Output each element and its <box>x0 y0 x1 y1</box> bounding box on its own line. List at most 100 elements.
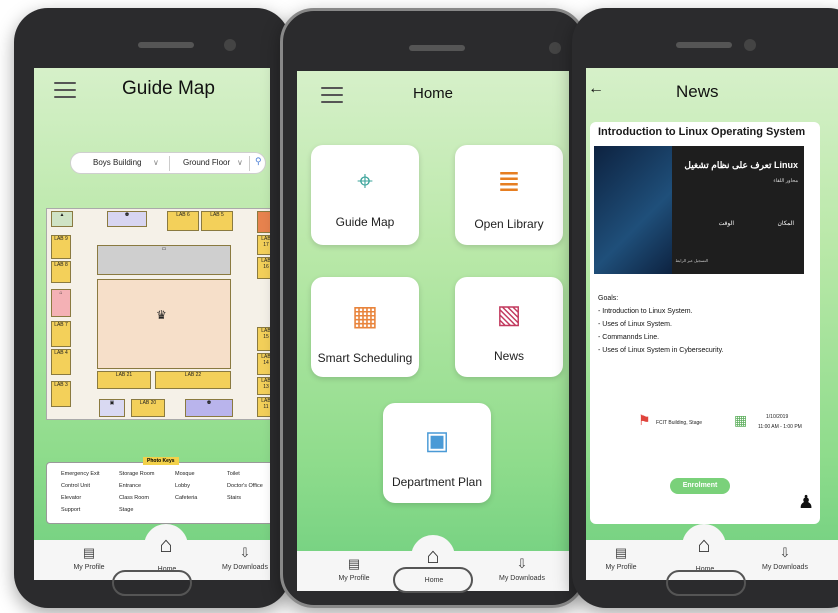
key-control-unit: Control Unit <box>61 483 91 489</box>
nav-my-profile[interactable]: ▤ My Profile <box>586 545 656 572</box>
filter-divider <box>169 156 170 171</box>
tile-news[interactable]: ▧ News <box>455 277 563 377</box>
page-title: News <box>676 82 719 101</box>
phone-speaker <box>676 42 732 48</box>
nav-my-profile[interactable]: ▤ My Profile <box>319 556 389 583</box>
floor-select[interactable]: Ground Floor <box>183 158 230 167</box>
newspaper-icon: ▧ <box>496 299 522 329</box>
tile-label: News <box>493 349 524 363</box>
room-lab-13[interactable]: LAB 13 <box>257 377 270 395</box>
room-lab-16[interactable]: LAB 16 <box>257 257 270 279</box>
download-icon: ⇩ <box>239 545 251 560</box>
chevron-down-icon[interactable]: ∨ <box>237 158 243 167</box>
event-location: FCIT Building, Stage <box>656 420 703 426</box>
room-lab-9[interactable]: LAB 9 <box>51 235 71 259</box>
hardware-home-button[interactable] <box>112 570 192 596</box>
books-icon: ≣ <box>497 166 521 197</box>
event-time: 11:00 AM - 1:00 PM <box>758 424 802 430</box>
calendar-icon: ▦ <box>351 300 379 331</box>
room-lab-17[interactable]: LAB 17 <box>257 235 270 255</box>
room-stage-area[interactable]: ♛ <box>97 279 231 369</box>
room-hall[interactable]: ▭ <box>97 245 231 275</box>
menu-icon[interactable] <box>54 82 76 98</box>
room-lobby-bottom[interactable]: ⚉ <box>185 399 233 417</box>
tile-label: Guide Map <box>335 215 395 229</box>
news-topbar: ← News <box>586 68 838 112</box>
room-lab-7[interactable]: LAB 7 <box>51 321 71 347</box>
tile-label: Open Library <box>474 217 544 231</box>
hardware-home-button[interactable] <box>393 567 473 593</box>
poster-register: التسجيل عبر الرابط <box>675 258 708 263</box>
location-pin-icon: ⚑ <box>638 412 651 428</box>
nav-my-downloads[interactable]: ⇩ My Downloads <box>487 557 557 583</box>
news-screen: ← News Introduction to Linux Operating S… <box>586 68 838 580</box>
phone-camera <box>549 42 561 54</box>
room-lab-21[interactable]: LAB 21 <box>97 371 151 389</box>
phone-speaker <box>409 45 465 51</box>
tile-department-plan[interactable]: ▣ Department Plan <box>383 403 491 503</box>
page-title: Guide Map <box>122 78 215 99</box>
key-stairs: Stairs <box>227 495 242 501</box>
room-lobby-top[interactable]: ⚉ <box>107 211 147 227</box>
enrolment-button[interactable]: Enrolment <box>670 478 730 494</box>
room-lab-6[interactable]: LAB 6 <box>167 211 199 231</box>
key-support: Support <box>61 507 81 513</box>
poster-topics-head: محاور اللقاء <box>773 178 798 184</box>
phone-guide-map: Guide Map Boys Building ∨ Ground Floor ∨… <box>14 8 290 608</box>
room-control[interactable]: ▣ <box>99 399 125 417</box>
tile-guide-map[interactable]: ⌖ Guide Map <box>311 145 419 245</box>
chevron-down-icon[interactable]: ∨ <box>153 158 159 167</box>
room-lab-4[interactable]: LAB 4 <box>51 349 71 375</box>
calendar-icon: ▦ <box>734 412 748 428</box>
room-mosque[interactable]: ⌂ <box>51 289 71 317</box>
nav-my-profile[interactable]: ▤ My Profile <box>54 546 124 572</box>
goals-heading: Goals: <box>598 295 619 302</box>
room-lab-20[interactable]: LAB 20 <box>131 399 165 417</box>
room-lab-14[interactable]: LAB 14 <box>257 353 270 375</box>
room-lab-15[interactable]: LAB 15 <box>257 327 270 351</box>
poster-time: الوقت <box>718 221 734 227</box>
event-poster: تعرف على نظام تشغيل Linux محاور اللقاء ا… <box>594 146 804 274</box>
phone-camera <box>224 39 236 51</box>
tile-open-library[interactable]: ≣ Open Library <box>455 145 563 245</box>
profile-card-icon: ▤ <box>347 556 361 571</box>
search-icon[interactable]: ⚲ <box>255 156 262 167</box>
floor-plan[interactable]: ▲ ⚉ LAB 6 LAB 5 LAB 9 LAB 8 ⌂ LAB 7 LAB … <box>46 208 270 420</box>
hardware-home-button[interactable] <box>666 570 746 596</box>
building-select[interactable]: Boys Building <box>93 158 141 167</box>
tile-label: Smart Scheduling <box>317 351 413 365</box>
poster-title: تعرف على نظام تشغيل Linux <box>684 160 798 170</box>
profile-card-icon: ▤ <box>614 545 628 560</box>
key-class-room: Class Room <box>119 495 149 501</box>
room-lab-5[interactable]: LAB 5 <box>201 211 233 231</box>
menu-icon[interactable] <box>321 87 343 103</box>
phone-home: Home ⌖ Guide Map ≣ Open Library ▦ Smart … <box>280 8 586 608</box>
room-support[interactable]: ▲ <box>51 211 73 227</box>
key-entrance: Entrance <box>119 483 142 489</box>
app-showcase: Guide Map Boys Building ∨ Ground Floor ∨… <box>0 0 838 613</box>
room-lab-8[interactable]: LAB 8 <box>51 261 71 283</box>
room-lab-11[interactable]: LAB 11 <box>257 397 270 417</box>
key-cafeteria: Cafeteria <box>175 495 198 501</box>
whiteboard-icon: ▣ <box>424 425 450 455</box>
key-toilet: Toilet <box>227 471 240 477</box>
news-card[interactable]: Introduction to Linux Operating System ت… <box>590 122 820 524</box>
room-lab-22[interactable]: LAB 22 <box>155 371 231 389</box>
back-icon[interactable]: ← <box>588 80 604 98</box>
room-cafeteria[interactable] <box>257 211 270 233</box>
home-icon[interactable]: ⌂ <box>682 524 726 568</box>
linux-penguin-icon: ♟ <box>798 492 815 512</box>
room-lab-3[interactable]: LAB 3 <box>51 381 71 407</box>
guide-map-screen: Guide Map Boys Building ∨ Ground Floor ∨… <box>34 68 270 580</box>
stage-icon: ♛ <box>156 308 167 322</box>
goals-list: Goals: - Introduction to Linux System. -… <box>598 292 724 357</box>
event-date: 1/10/2019 <box>766 414 789 420</box>
nav-my-downloads[interactable]: ⇩ My Downloads <box>750 546 820 572</box>
key-mosque: Mosque <box>175 471 195 477</box>
page-title: Home <box>413 85 454 102</box>
nav-my-downloads[interactable]: ⇩ My Downloads <box>210 545 270 572</box>
tile-smart-scheduling[interactable]: ▦ Smart Scheduling <box>311 277 419 377</box>
poster-place: المكان <box>777 221 794 227</box>
home-icon[interactable]: ⌂ <box>144 524 188 568</box>
key-stage: Stage <box>119 507 134 513</box>
